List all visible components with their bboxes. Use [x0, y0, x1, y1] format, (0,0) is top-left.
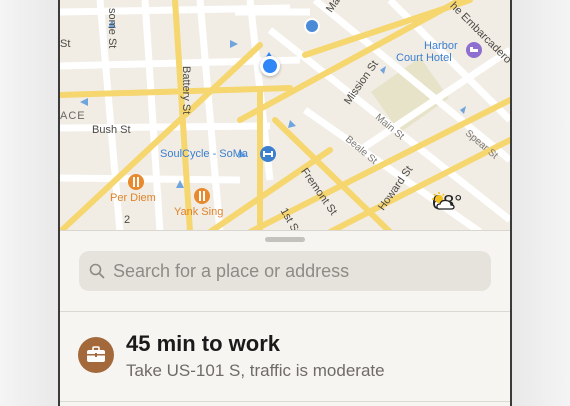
street-label-ace: ACE [60, 110, 86, 122]
sheet-grabber-handle[interactable] [265, 237, 305, 242]
poi-per-diem[interactable]: Per Diem [110, 192, 156, 204]
poi-harbor-court-line2[interactable]: Court Hotel [396, 52, 452, 64]
fitness-icon[interactable] [260, 146, 276, 162]
work-eta-title: 45 min to work [126, 331, 281, 356]
device-bezel-right [510, 0, 570, 406]
street-label-battery: Battery St [180, 66, 192, 115]
restaurant-icon[interactable] [194, 188, 210, 204]
current-location-dot[interactable] [260, 56, 280, 76]
partly-sunny-icon [432, 192, 455, 210]
map-view[interactable]: some St St Battery St Bush St ACE Missio… [60, 0, 510, 236]
poi-soulcycle[interactable]: SoulCycle - SoMa [160, 148, 248, 160]
briefcase-icon [78, 337, 114, 373]
device-bezel-left [0, 0, 60, 406]
poi-harbor-court-line1[interactable]: Harbor [424, 40, 458, 52]
work-route-subtitle: Take US-101 S, traffic is moderate [126, 361, 385, 380]
street-label-partial: St [60, 38, 71, 50]
hotel-bed-icon[interactable] [466, 42, 482, 58]
bottom-sheet[interactable]: Search for a place or address 45 min to … [60, 230, 510, 406]
divider [60, 311, 510, 312]
street-label-bush: Bush St [92, 124, 131, 136]
weather-widget[interactable]: 68° [432, 192, 462, 215]
transit-station-icon[interactable] [304, 18, 320, 34]
street-label-ransome: some St [106, 8, 118, 49]
search-icon [89, 263, 105, 279]
search-bar[interactable]: Search for a place or address [79, 251, 491, 291]
work-suggestion-row[interactable]: 45 min to work Take US-101 S, traffic is… [78, 325, 498, 385]
street-label-second: 2 [124, 214, 131, 226]
divider [60, 401, 510, 402]
maps-screen: some St St Battery St Bush St ACE Missio… [60, 0, 510, 406]
restaurant-icon[interactable] [128, 174, 144, 190]
search-input[interactable]: Search for a place or address [113, 261, 349, 282]
poi-yank-sing[interactable]: Yank Sing [174, 206, 223, 218]
